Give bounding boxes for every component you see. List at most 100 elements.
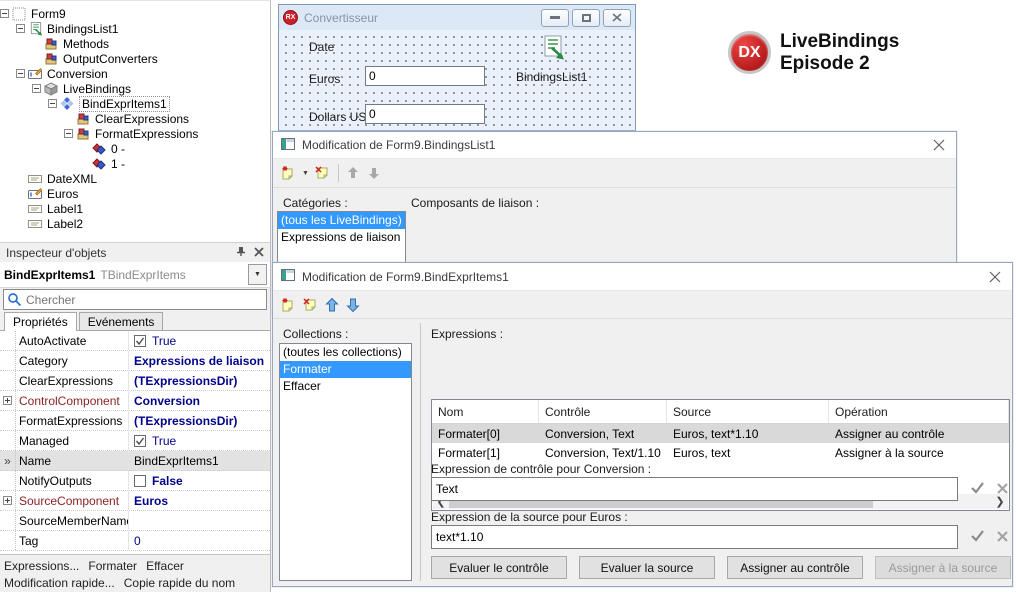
tab-properties[interactable]: Propriétés <box>4 312 77 331</box>
property-value[interactable]: (TExpressionsDir) <box>134 374 237 388</box>
property-value[interactable]: (TExpressionsDir) <box>134 414 237 428</box>
column-header-controle[interactable]: Contrôle <box>539 400 667 423</box>
dialog-titlebar[interactable]: Modification de Form9.BindExprItems1 <box>273 263 1012 291</box>
tree-item-formatexpressions[interactable]: FormatExpressions <box>0 126 270 141</box>
tree-item-expression-0[interactable]: 0 - <box>0 141 270 156</box>
property-row[interactable]: FormatExpressions (TExpressionsDir) <box>0 411 270 431</box>
footer-link-formater[interactable]: Formater <box>88 559 137 573</box>
property-value[interactable]: 0 <box>134 534 141 548</box>
collection-item-all[interactable]: (toutes les collections) <box>280 344 411 361</box>
chevron-down-icon[interactable]: ▼ <box>248 264 267 285</box>
maximize-button[interactable] <box>572 9 600 27</box>
tree-item-euros[interactable]: Euros <box>0 186 270 201</box>
property-row[interactable]: Category Expressions de liaison <box>0 351 270 371</box>
add-binding-button[interactable] <box>280 165 297 181</box>
category-item-expressions[interactable]: Expressions de liaison <box>278 229 405 246</box>
accept-expression-icon[interactable] <box>970 481 985 498</box>
property-row[interactable]: SourceMemberName <box>0 511 270 531</box>
assign-to-control-button[interactable]: Assigner au contrôle <box>727 556 863 579</box>
accept-expression-icon[interactable] <box>970 529 985 546</box>
column-header-source[interactable]: Source <box>667 400 829 423</box>
expand-icon[interactable] <box>3 396 12 405</box>
column-header-operation[interactable]: Opération <box>829 400 1009 423</box>
collapse-icon[interactable] <box>64 129 73 138</box>
evaluate-control-button[interactable]: Evaluer le contrôle <box>431 556 567 579</box>
property-value[interactable]: True <box>152 334 176 348</box>
expression-row[interactable]: Formater[1] Conversion, Text/1.10 Euros,… <box>432 443 1009 462</box>
tree-item-label2[interactable]: Label2 <box>0 216 270 231</box>
dollars-input[interactable] <box>365 104 485 124</box>
footer-link-expressions[interactable]: Expressions... <box>4 559 79 573</box>
control-expression-input[interactable] <box>431 477 958 501</box>
property-value[interactable]: False <box>152 474 183 488</box>
cancel-expression-icon[interactable] <box>996 482 1009 498</box>
tree-item-clearexpressions[interactable]: ClearExpressions <box>0 111 270 126</box>
collapse-icon[interactable] <box>16 24 25 33</box>
dialog-titlebar[interactable]: Modification de Form9.BindingsList1 <box>273 132 956 159</box>
assign-to-source-button[interactable]: Assigner à la source <box>875 556 1011 579</box>
property-row-selected[interactable]: » Name BindExprItems1 <box>0 451 270 471</box>
property-value[interactable]: Euros <box>134 494 168 508</box>
close-icon[interactable] <box>986 268 1004 286</box>
delete-expression-button[interactable] <box>302 297 319 313</box>
checkbox-unchecked-icon[interactable] <box>134 475 146 487</box>
tree-item-expression-1[interactable]: 1 - <box>0 156 270 171</box>
close-icon[interactable] <box>930 136 948 154</box>
property-value[interactable]: BindExprItems1 <box>134 454 219 468</box>
tree-item-bindingslist1[interactable]: BindingsList1 <box>0 21 270 36</box>
euros-input[interactable] <box>365 66 485 86</box>
move-up-button[interactable] <box>324 297 340 313</box>
expand-icon[interactable] <box>3 496 12 505</box>
move-down-button[interactable] <box>345 297 361 313</box>
footer-link-effacer[interactable]: Effacer <box>146 559 184 573</box>
tree-item-livebindings[interactable]: LiveBindings <box>0 81 270 96</box>
property-value[interactable]: True <box>152 434 176 448</box>
source-expression-input[interactable] <box>431 525 958 549</box>
collapse-icon[interactable] <box>48 99 57 108</box>
search-input[interactable] <box>3 289 267 310</box>
property-row[interactable]: Managed True <box>0 431 270 451</box>
tree-item-methods[interactable]: Methods <box>0 36 270 51</box>
add-expression-button[interactable] <box>280 297 297 313</box>
tree-item-datexml[interactable]: DateXML <box>0 171 270 186</box>
property-row[interactable]: NotifyOutputs False <box>0 471 270 491</box>
property-value[interactable]: Conversion <box>134 394 200 408</box>
property-row[interactable]: ClearExpressions (TExpressionsDir) <box>0 371 270 391</box>
move-up-button-disabled[interactable] <box>345 165 361 181</box>
convertisseur-titlebar[interactable]: RX Convertisseur <box>279 5 635 30</box>
column-header-nom[interactable]: Nom <box>432 400 539 423</box>
property-row[interactable]: ControlComponent Conversion <box>0 391 270 411</box>
property-row[interactable]: SourceComponent Euros <box>0 491 270 511</box>
bindingslist-component-icon[interactable] <box>539 35 565 64</box>
footer-link-quick-edit[interactable]: Modification rapide... <box>4 576 115 590</box>
pin-icon[interactable] <box>235 246 246 260</box>
property-row[interactable]: Tag 0 <box>0 531 270 551</box>
collapse-icon[interactable] <box>32 84 41 93</box>
evaluate-source-button[interactable]: Evaluer la source <box>579 556 715 579</box>
tree-item-bindexpritems1[interactable]: BindExprItems1 <box>0 96 270 111</box>
move-down-button-disabled[interactable] <box>366 165 382 181</box>
tree-item-label1[interactable]: Label1 <box>0 201 270 216</box>
collapse-icon[interactable] <box>0 9 9 18</box>
tab-events[interactable]: Evénements <box>79 312 164 330</box>
tree-item-form9[interactable]: Form9 <box>0 6 270 21</box>
object-selector-combo[interactable]: BindExprItems1 TBindExprItems ▼ <box>0 262 271 288</box>
minimize-button[interactable] <box>541 9 569 27</box>
add-dropdown-icon[interactable]: ▼ <box>302 170 309 177</box>
property-value[interactable]: Expressions de liaison <box>134 354 264 368</box>
bindingslist-component-label[interactable]: BindingsList1 <box>516 70 587 84</box>
collapse-icon[interactable] <box>16 69 25 78</box>
checkbox-checked-icon[interactable] <box>134 335 146 347</box>
property-row[interactable]: AutoActivate True <box>0 331 270 351</box>
footer-link-copy-name[interactable]: Copie rapide du nom <box>124 576 235 590</box>
collection-item-formater[interactable]: Formater <box>280 361 411 378</box>
delete-binding-button[interactable] <box>314 165 331 181</box>
expression-row[interactable]: Formater[0] Conversion, Text Euros, text… <box>432 424 1009 443</box>
tree-item-conversion[interactable]: Conversion <box>0 66 270 81</box>
checkbox-checked-icon[interactable] <box>134 435 146 447</box>
cancel-expression-icon[interactable] <box>996 530 1009 546</box>
category-item-all[interactable]: (tous les LiveBindings) <box>278 212 405 229</box>
tree-item-outputconverters[interactable]: OutputConverters <box>0 51 270 66</box>
close-button[interactable] <box>603 9 631 27</box>
collection-item-effacer[interactable]: Effacer <box>280 378 411 395</box>
